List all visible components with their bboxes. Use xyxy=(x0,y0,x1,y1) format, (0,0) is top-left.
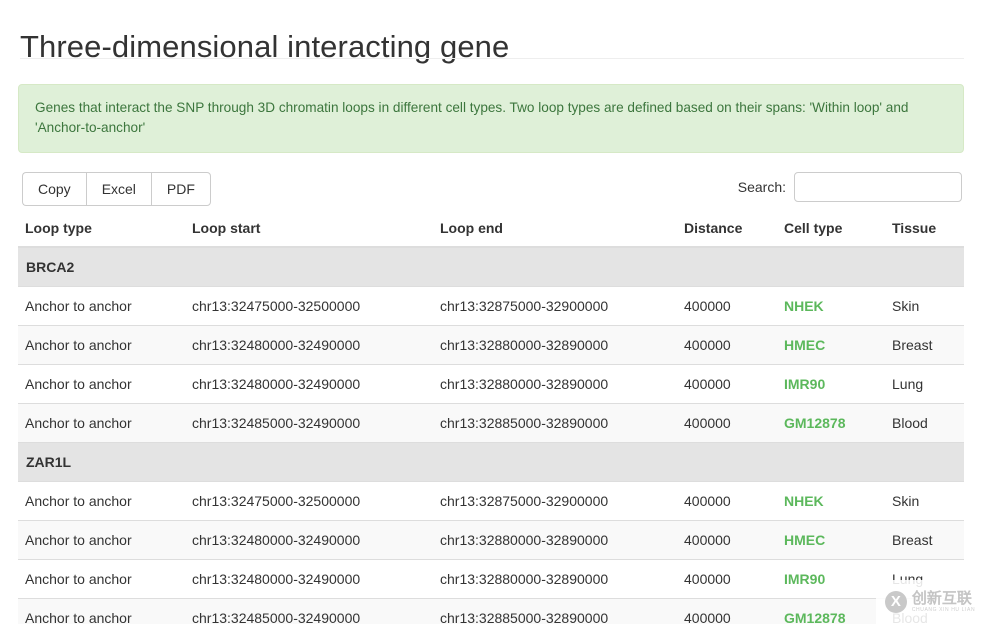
table-row[interactable]: Anchor to anchor chr13:32480000-32490000 c… xyxy=(18,559,964,599)
search-input[interactable] xyxy=(794,172,962,202)
cell-loop-start: chr13:32480000-32490000 xyxy=(184,559,432,599)
cell-distance: 400000 xyxy=(676,286,776,326)
gene-group-row: BRCA2 xyxy=(18,246,964,287)
cell-loop-end: chr13:32880000-32890000 xyxy=(432,520,676,560)
gene-group-row: ZAR1L xyxy=(18,442,964,482)
cell-loop-start: chr13:32480000-32490000 xyxy=(184,325,432,365)
cell-cell-type: IMR90 xyxy=(776,364,884,404)
cell-loop-type: Anchor to anchor xyxy=(18,364,184,404)
cell-loop-end: chr13:32880000-32890000 xyxy=(432,364,676,404)
cell-loop-type: Anchor to anchor xyxy=(18,403,184,443)
table-row[interactable]: Anchor to anchor chr13:32475000-32500000 c… xyxy=(18,481,964,521)
cell-tissue: Breast xyxy=(884,325,964,365)
cell-cell-type: NHEK xyxy=(776,481,884,521)
excel-button[interactable]: Excel xyxy=(85,172,151,206)
cell-cell-type: HMEC xyxy=(776,520,884,560)
cell-tissue: Skin xyxy=(884,481,964,521)
cell-loop-type: Anchor to anchor xyxy=(18,559,184,599)
pdf-button[interactable]: PDF xyxy=(150,172,211,206)
cell-loop-start: chr13:32485000-32490000 xyxy=(184,598,432,624)
cell-type-value: GM12878 xyxy=(784,415,846,431)
cell-distance: 400000 xyxy=(676,325,776,365)
cell-type-value: IMR90 xyxy=(784,571,826,587)
cell-tissue: Skin xyxy=(884,286,964,326)
datatable-container: Loop type Loop start Loop end Distance C… xyxy=(18,214,964,624)
copy-button[interactable]: Copy xyxy=(22,172,86,206)
cell-tissue: Blood xyxy=(884,598,964,624)
cell-loop-start: chr13:32475000-32500000 xyxy=(184,286,432,326)
page-root: Three-dimensional interacting gene Genes… xyxy=(0,0,984,624)
export-button-group: Copy Excel PDF xyxy=(22,172,211,206)
search-container: Search: xyxy=(738,172,962,202)
table-row[interactable]: Anchor to anchor chr13:32480000-32490000 c… xyxy=(18,325,964,365)
cell-distance: 400000 xyxy=(676,481,776,521)
cell-loop-start: chr13:32475000-32500000 xyxy=(184,481,432,521)
cell-loop-type: Anchor to anchor xyxy=(18,598,184,624)
column-header-distance[interactable]: Distance xyxy=(676,214,776,248)
cell-distance: 400000 xyxy=(676,403,776,443)
column-header-loop-start[interactable]: Loop start xyxy=(184,214,432,248)
cell-cell-type: GM12878 xyxy=(776,598,884,624)
cell-distance: 400000 xyxy=(676,598,776,624)
gene-group-label: ZAR1L xyxy=(18,442,964,482)
table-row[interactable]: Anchor to anchor chr13:32485000-32490000 c… xyxy=(18,403,964,443)
page-title: Three-dimensional interacting gene xyxy=(20,28,510,64)
table-body: BRCA2 Anchor to anchor chr13:32475000-3250… xyxy=(18,246,964,624)
cell-loop-end: chr13:32875000-32900000 xyxy=(432,481,676,521)
cell-loop-type: Anchor to anchor xyxy=(18,325,184,365)
cell-loop-type: Anchor to anchor xyxy=(18,481,184,521)
cell-cell-type: GM12878 xyxy=(776,403,884,443)
cell-type-value: NHEK xyxy=(784,493,824,509)
cell-tissue: Lung xyxy=(884,364,964,404)
cell-loop-start: chr13:32485000-32490000 xyxy=(184,403,432,443)
cell-distance: 400000 xyxy=(676,364,776,404)
search-label: Search: xyxy=(737,178,786,195)
table-header: Loop type Loop start Loop end Distance C… xyxy=(18,214,964,248)
title-divider xyxy=(20,58,964,59)
cell-type-value: HMEC xyxy=(784,337,826,353)
cell-tissue: Lung xyxy=(884,559,964,599)
cell-cell-type: IMR90 xyxy=(776,559,884,599)
cell-loop-type: Anchor to anchor xyxy=(18,286,184,326)
cell-cell-type: HMEC xyxy=(776,325,884,365)
cell-tissue: Blood xyxy=(884,403,964,443)
cell-loop-start: chr13:32480000-32490000 xyxy=(184,364,432,404)
cell-loop-end: chr13:32885000-32890000 xyxy=(432,403,676,443)
table-row[interactable]: Anchor to anchor chr13:32480000-32490000 c… xyxy=(18,520,964,560)
cell-type-value: IMR90 xyxy=(784,376,826,392)
cell-loop-end: chr13:32880000-32890000 xyxy=(432,559,676,599)
cell-loop-end: chr13:32880000-32890000 xyxy=(432,325,676,365)
column-header-cell-type[interactable]: Cell type xyxy=(776,214,884,248)
cell-loop-type: Anchor to anchor xyxy=(18,520,184,560)
column-header-loop-type[interactable]: Loop type xyxy=(18,214,184,248)
table-row[interactable]: Anchor to anchor chr13:32485000-32490000 c… xyxy=(18,598,964,624)
cell-loop-start: chr13:32480000-32490000 xyxy=(184,520,432,560)
gene-group-label: BRCA2 xyxy=(18,246,964,287)
cell-type-value: NHEK xyxy=(784,298,824,314)
table-row[interactable]: Anchor to anchor chr13:32480000-32490000 c… xyxy=(18,364,964,404)
table-header-row: Loop type Loop start Loop end Distance C… xyxy=(18,214,964,248)
cell-loop-end: chr13:32875000-32900000 xyxy=(432,286,676,326)
interacting-gene-table: Loop type Loop start Loop end Distance C… xyxy=(18,214,964,624)
cell-distance: 400000 xyxy=(676,520,776,560)
column-header-tissue[interactable]: Tissue xyxy=(884,214,964,248)
column-header-loop-end[interactable]: Loop end xyxy=(432,214,676,248)
cell-type-value: GM12878 xyxy=(784,610,846,624)
cell-tissue: Breast xyxy=(884,520,964,560)
cell-loop-end: chr13:32885000-32890000 xyxy=(432,598,676,624)
description-alert: Genes that interact the SNP through 3D c… xyxy=(18,84,964,153)
cell-type-value: HMEC xyxy=(784,532,826,548)
table-row[interactable]: Anchor to anchor chr13:32475000-32500000 c… xyxy=(18,286,964,326)
cell-distance: 400000 xyxy=(676,559,776,599)
cell-cell-type: NHEK xyxy=(776,286,884,326)
